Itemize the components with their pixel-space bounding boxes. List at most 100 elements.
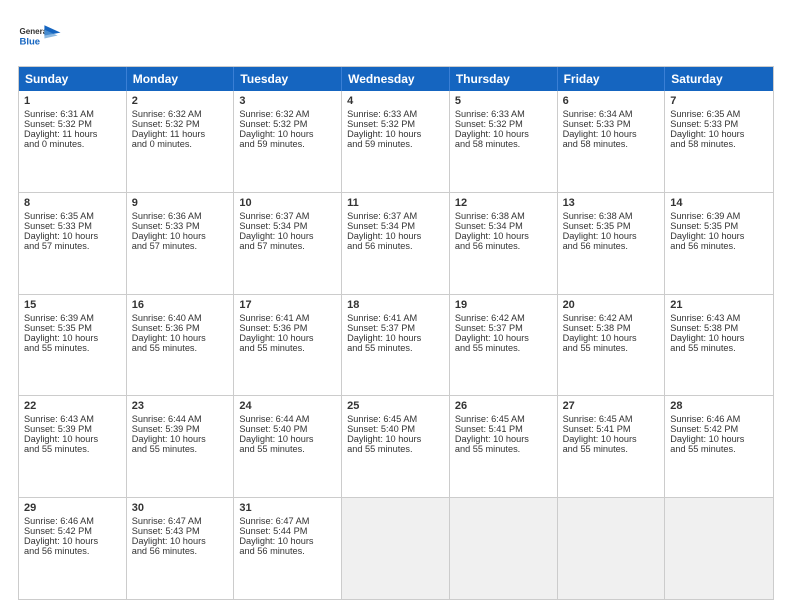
- day-info-line: and 56 minutes.: [455, 241, 552, 251]
- day-info-line: Sunset: 5:32 PM: [347, 119, 444, 129]
- day-info-line: and 55 minutes.: [132, 444, 229, 454]
- day-info-line: Sunrise: 6:42 AM: [455, 313, 552, 323]
- day-number: 20: [563, 299, 660, 311]
- day-info-line: Sunrise: 6:32 AM: [239, 109, 336, 119]
- logo: General Blue: [18, 18, 62, 56]
- day-info-line: Daylight: 10 hours: [455, 129, 552, 139]
- day-number: 8: [24, 197, 121, 209]
- header-wednesday: Wednesday: [342, 67, 450, 91]
- day-info-line: and 59 minutes.: [239, 139, 336, 149]
- day-number: 17: [239, 299, 336, 311]
- day-info-line: Sunrise: 6:43 AM: [24, 414, 121, 424]
- day-number: 16: [132, 299, 229, 311]
- day-info-line: and 57 minutes.: [239, 241, 336, 251]
- day-number: 3: [239, 95, 336, 107]
- day-info-line: Daylight: 10 hours: [670, 434, 768, 444]
- day-info-line: Daylight: 11 hours: [24, 129, 121, 139]
- day-number: 19: [455, 299, 552, 311]
- cal-cell-w5-d4: [342, 498, 450, 599]
- day-info-line: and 55 minutes.: [24, 444, 121, 454]
- day-info-line: Sunrise: 6:37 AM: [239, 211, 336, 221]
- day-info-line: Daylight: 10 hours: [24, 434, 121, 444]
- day-info-line: Sunrise: 6:33 AM: [347, 109, 444, 119]
- day-info-line: Sunset: 5:32 PM: [455, 119, 552, 129]
- day-info-line: and 55 minutes.: [239, 343, 336, 353]
- header-tuesday: Tuesday: [234, 67, 342, 91]
- header-saturday: Saturday: [665, 67, 773, 91]
- day-info-line: Sunrise: 6:33 AM: [455, 109, 552, 119]
- week-row-5: 29Sunrise: 6:46 AMSunset: 5:42 PMDayligh…: [19, 497, 773, 599]
- cal-cell-w4-d3: 24Sunrise: 6:44 AMSunset: 5:40 PMDayligh…: [234, 396, 342, 497]
- day-info-line: Daylight: 10 hours: [239, 231, 336, 241]
- cal-cell-w2-d5: 12Sunrise: 6:38 AMSunset: 5:34 PMDayligh…: [450, 193, 558, 294]
- day-info-line: Sunset: 5:42 PM: [670, 424, 768, 434]
- day-info-line: Sunrise: 6:47 AM: [132, 516, 229, 526]
- day-info-line: Sunrise: 6:37 AM: [347, 211, 444, 221]
- day-info-line: Sunrise: 6:45 AM: [347, 414, 444, 424]
- cal-cell-w3-d4: 18Sunrise: 6:41 AMSunset: 5:37 PMDayligh…: [342, 295, 450, 396]
- cal-cell-w3-d1: 15Sunrise: 6:39 AMSunset: 5:35 PMDayligh…: [19, 295, 127, 396]
- day-number: 23: [132, 400, 229, 412]
- day-info-line: and 58 minutes.: [563, 139, 660, 149]
- day-number: 13: [563, 197, 660, 209]
- cal-cell-w5-d1: 29Sunrise: 6:46 AMSunset: 5:42 PMDayligh…: [19, 498, 127, 599]
- week-row-1: 1Sunrise: 6:31 AMSunset: 5:32 PMDaylight…: [19, 91, 773, 192]
- day-info-line: Sunset: 5:39 PM: [24, 424, 121, 434]
- day-info-line: and 0 minutes.: [132, 139, 229, 149]
- day-info-line: Sunset: 5:32 PM: [239, 119, 336, 129]
- cal-cell-w1-d1: 1Sunrise: 6:31 AMSunset: 5:32 PMDaylight…: [19, 91, 127, 192]
- day-number: 18: [347, 299, 444, 311]
- day-info-line: Daylight: 10 hours: [670, 129, 768, 139]
- cal-cell-w1-d4: 4 Sunrise: 6:33 AMSunset: 5:32 PMDaylight…: [342, 91, 450, 192]
- header-friday: Friday: [558, 67, 666, 91]
- day-info-line: Sunrise: 6:42 AM: [563, 313, 660, 323]
- day-info-line: Sunset: 5:41 PM: [563, 424, 660, 434]
- day-info-line: Sunset: 5:33 PM: [670, 119, 768, 129]
- day-info-line: Sunset: 5:36 PM: [132, 323, 229, 333]
- day-info-line: Sunset: 5:35 PM: [563, 221, 660, 231]
- day-info-line: Daylight: 10 hours: [132, 434, 229, 444]
- day-info-line: Daylight: 10 hours: [455, 333, 552, 343]
- day-info-line: and 55 minutes.: [563, 343, 660, 353]
- cal-cell-w2-d3: 10Sunrise: 6:37 AMSunset: 5:34 PMDayligh…: [234, 193, 342, 294]
- day-info-line: Sunrise: 6:45 AM: [455, 414, 552, 424]
- cal-cell-w1-d3: 3 Sunrise: 6:32 AMSunset: 5:32 PMDaylight…: [234, 91, 342, 192]
- logo-svg: General Blue: [18, 18, 62, 56]
- header-thursday: Thursday: [450, 67, 558, 91]
- day-number: 4: [347, 95, 444, 107]
- day-info-line: Sunset: 5:42 PM: [24, 526, 121, 536]
- cal-cell-w3-d5: 19Sunrise: 6:42 AMSunset: 5:37 PMDayligh…: [450, 295, 558, 396]
- day-info-line: and 55 minutes.: [347, 343, 444, 353]
- week-row-2: 8Sunrise: 6:35 AMSunset: 5:33 PMDaylight…: [19, 192, 773, 294]
- cal-cell-w1-d2: 2Sunrise: 6:32 AMSunset: 5:32 PMDaylight…: [127, 91, 235, 192]
- day-number: 2: [132, 95, 229, 107]
- day-info-line: Daylight: 10 hours: [239, 129, 336, 139]
- day-number: 6: [563, 95, 660, 107]
- cal-cell-w4-d5: 26Sunrise: 6:45 AMSunset: 5:41 PMDayligh…: [450, 396, 558, 497]
- day-number: 12: [455, 197, 552, 209]
- day-info-line: Sunset: 5:35 PM: [670, 221, 768, 231]
- cal-cell-w1-d5: 5 Sunrise: 6:33 AMSunset: 5:32 PMDaylight…: [450, 91, 558, 192]
- day-info-line: Sunrise: 6:36 AM: [132, 211, 229, 221]
- day-info-line: and 56 minutes.: [132, 546, 229, 556]
- cal-cell-w5-d3: 31Sunrise: 6:47 AMSunset: 5:44 PMDayligh…: [234, 498, 342, 599]
- day-info-line: Daylight: 10 hours: [132, 231, 229, 241]
- day-info-line: and 57 minutes.: [132, 241, 229, 251]
- calendar-page: General Blue Sunday Monday Tuesday Wedne…: [0, 0, 792, 612]
- day-info-line: Sunrise: 6:47 AM: [239, 516, 336, 526]
- cal-cell-w3-d7: 21Sunrise: 6:43 AMSunset: 5:38 PMDayligh…: [665, 295, 773, 396]
- day-info-line: Daylight: 10 hours: [563, 231, 660, 241]
- day-info-line: Sunrise: 6:46 AM: [670, 414, 768, 424]
- day-info-line: Sunrise: 6:38 AM: [563, 211, 660, 221]
- cal-cell-w4-d7: 28Sunrise: 6:46 AMSunset: 5:42 PMDayligh…: [665, 396, 773, 497]
- day-info-line: Sunset: 5:34 PM: [239, 221, 336, 231]
- day-number: 15: [24, 299, 121, 311]
- day-info-line: Daylight: 10 hours: [347, 129, 444, 139]
- day-number: 5: [455, 95, 552, 107]
- day-info-line: Sunrise: 6:44 AM: [239, 414, 336, 424]
- day-info-line: and 55 minutes.: [132, 343, 229, 353]
- day-info-line: Sunset: 5:37 PM: [347, 323, 444, 333]
- day-info-line: Daylight: 10 hours: [132, 333, 229, 343]
- day-info-line: and 55 minutes.: [347, 444, 444, 454]
- day-number: 14: [670, 197, 768, 209]
